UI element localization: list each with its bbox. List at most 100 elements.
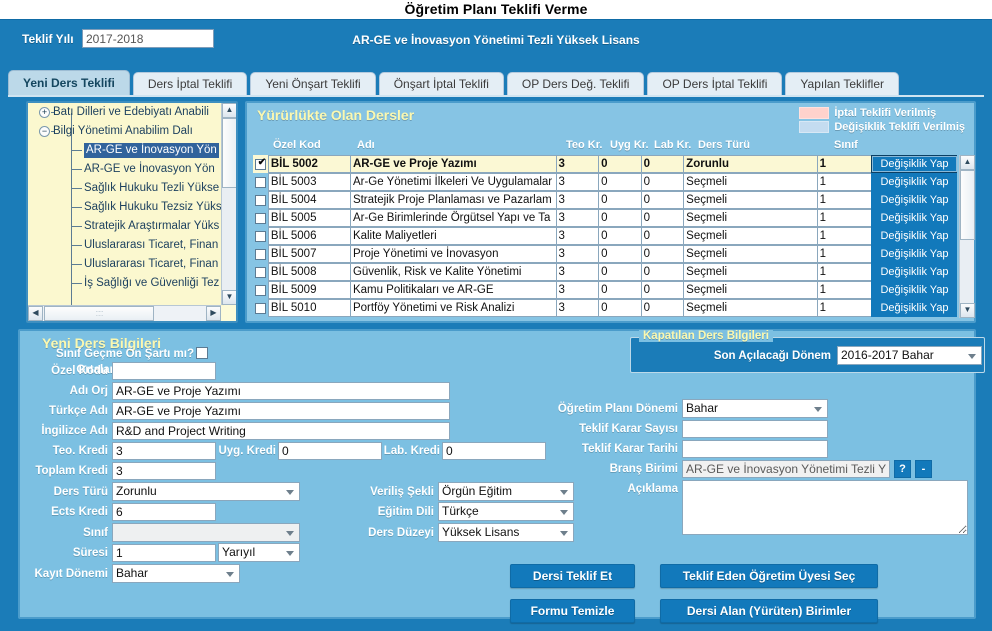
brans-birimi-clear-button[interactable]: - bbox=[915, 460, 932, 478]
teklif-karar-tarihi-input[interactable] bbox=[682, 440, 828, 458]
tree-item-arge-inovasyon-tezli[interactable]: AR-GE ve İnovasyon Yön bbox=[28, 141, 224, 160]
tree-item-saglik-hukuku-tezsiz[interactable]: Sağlık Hukuku Tezsiz Yüks bbox=[28, 198, 224, 217]
ects-kredi-input[interactable] bbox=[112, 503, 216, 521]
toplam-kredi-input[interactable] bbox=[112, 462, 216, 480]
row-checkbox-cell[interactable] bbox=[253, 209, 269, 227]
scroll-thumb[interactable]: ::::: bbox=[44, 306, 154, 321]
sinif-gecme-on-sarti-row[interactable]: Sınıf Geçme Ön Şartı mı? bbox=[28, 347, 208, 360]
ders-duzeyi-select[interactable]: Yüksek Lisans bbox=[438, 523, 574, 542]
teklif-karar-sayisi-input[interactable] bbox=[682, 420, 828, 438]
scroll-up-icon[interactable]: ▲ bbox=[222, 103, 236, 118]
uyg-kredi-input[interactable] bbox=[278, 442, 382, 460]
scroll-thumb[interactable] bbox=[960, 170, 975, 240]
row-checkbox[interactable] bbox=[255, 194, 267, 206]
suresi-unit-select[interactable]: Yarıyıl bbox=[218, 543, 300, 562]
degisiklik-yap-button[interactable]: Değişiklik Yap bbox=[871, 263, 957, 281]
degisiklik-yap-button[interactable]: Değişiklik Yap bbox=[871, 299, 957, 317]
tree-item-uluslararasi-ticaret-2[interactable]: Uluslararası Ticaret, Finan bbox=[28, 255, 224, 274]
formu-temizle-button[interactable]: Formu Temizle bbox=[510, 599, 635, 623]
tab-yeni-ders-teklifi[interactable]: Yeni Ders Teklifi bbox=[8, 70, 130, 95]
row-checkbox[interactable] bbox=[255, 284, 267, 296]
degisiklik-yap-button[interactable]: Değişiklik Yap bbox=[871, 173, 957, 191]
egitim-dili-select[interactable]: Türkçe bbox=[438, 502, 574, 521]
tree-item-bati-dilleri[interactable]: + Batı Dilleri ve Edebiyatı Anabili bbox=[28, 103, 224, 122]
tab-op-ders-iptal-teklifi[interactable]: OP Ders İptal Teklifi bbox=[647, 72, 783, 95]
table-row[interactable]: BİL 5002 AR-GE ve Proje Yazımı 3 0 0 Zor… bbox=[253, 155, 957, 173]
scroll-right-icon[interactable]: ▶ bbox=[206, 306, 221, 321]
ders-turu-select[interactable]: Zorunlu bbox=[112, 482, 300, 501]
dersi-alan-yuruten-birimler-button[interactable]: Dersi Alan (Yürüten) Birimler bbox=[660, 599, 878, 623]
row-checkbox-cell[interactable] bbox=[253, 263, 269, 281]
row-checkbox[interactable] bbox=[255, 248, 267, 260]
ozel-kodu-input[interactable] bbox=[112, 362, 216, 380]
row-checkbox[interactable] bbox=[255, 176, 267, 188]
tree-item-bilgi-yonetimi[interactable]: − Bilgi Yönetimi Anabilim Dalı bbox=[28, 122, 224, 141]
scroll-down-icon[interactable]: ▼ bbox=[222, 290, 236, 305]
tree-item-uluslararasi-ticaret-1[interactable]: Uluslararası Ticaret, Finan bbox=[28, 236, 224, 255]
expand-plus-icon[interactable]: + bbox=[39, 107, 50, 118]
scroll-up-icon[interactable]: ▲ bbox=[960, 155, 975, 170]
scroll-thumb[interactable] bbox=[222, 118, 236, 188]
row-checkbox[interactable] bbox=[255, 266, 267, 278]
tab-yeni-onsart-teklifi[interactable]: Yeni Önşart Teklifi bbox=[250, 72, 376, 95]
scroll-down-icon[interactable]: ▼ bbox=[960, 303, 975, 318]
tree-item-saglik-hukuku-tezli[interactable]: Sağlık Hukuku Tezli Yükse bbox=[28, 179, 224, 198]
suresi-input[interactable] bbox=[112, 544, 216, 562]
brans-birimi-input[interactable] bbox=[682, 460, 890, 478]
adi-orj-input[interactable] bbox=[112, 382, 450, 400]
program-tree[interactable]: + Batı Dilleri ve Edebiyatı Anabili − Bi… bbox=[28, 103, 224, 306]
tab-op-ders-deg-teklifi[interactable]: OP Ders Değ. Teklifi bbox=[506, 72, 645, 95]
table-row[interactable]: BİL 5003 Ar-Ge Yönetimi İlkeleri Ve Uygu… bbox=[253, 173, 957, 191]
tree-item-arge-inovasyon-tezsiz[interactable]: AR-GE ve İnovasyon Yön bbox=[28, 160, 224, 179]
tree-item-is-sagligi-guvenligi[interactable]: İş Sağlığı ve Güvenliği Tez bbox=[28, 274, 224, 293]
table-row[interactable]: BİL 5008 Güvenlik, Risk ve Kalite Yöneti… bbox=[253, 263, 957, 281]
row-checkbox-cell[interactable] bbox=[253, 281, 269, 299]
grid-rows-container[interactable]: BİL 5002 AR-GE ve Proje Yazımı 3 0 0 Zor… bbox=[253, 155, 957, 318]
row-checkbox-cell[interactable] bbox=[253, 155, 269, 173]
table-row[interactable]: BİL 5005 Ar-Ge Birimlerinde Örgütsel Yap… bbox=[253, 209, 957, 227]
sinif-select[interactable] bbox=[112, 523, 300, 542]
row-checkbox[interactable] bbox=[255, 212, 267, 224]
tree-item-stratejik-arastirmalar[interactable]: Stratejik Araştırmalar Yüks bbox=[28, 217, 224, 236]
row-checkbox-cell[interactable] bbox=[253, 191, 269, 209]
row-checkbox[interactable] bbox=[255, 230, 267, 242]
degisiklik-yap-button[interactable]: Değişiklik Yap bbox=[871, 227, 957, 245]
scroll-left-icon[interactable]: ◀ bbox=[28, 306, 43, 321]
degisiklik-yap-button[interactable]: Değişiklik Yap bbox=[871, 245, 957, 263]
aciklama-textarea[interactable] bbox=[682, 480, 968, 535]
row-checkbox-cell[interactable] bbox=[253, 173, 269, 191]
table-row[interactable]: BİL 5007 Proje Yönetimi ve İnovasyon 3 0… bbox=[253, 245, 957, 263]
dersi-teklif-et-button[interactable]: Dersi Teklif Et bbox=[510, 564, 635, 588]
son-acilacagi-donem-select[interactable]: 2016-2017 Bahar bbox=[837, 346, 982, 365]
table-row[interactable]: BİL 5010 Portföy Yönetimi ve Risk Analiz… bbox=[253, 299, 957, 317]
row-checkbox-cell[interactable] bbox=[253, 227, 269, 245]
brans-birimi-help-button[interactable]: ? bbox=[894, 460, 911, 478]
row-checkbox-cell[interactable] bbox=[253, 299, 269, 317]
degisiklik-yap-button[interactable]: Değişiklik Yap bbox=[871, 191, 957, 209]
egitim-dili-value: Türkçe bbox=[442, 504, 479, 518]
tab-yapilan-teklifler[interactable]: Yapılan Teklifler bbox=[785, 72, 900, 95]
sinif-gecme-on-sarti-checkbox[interactable] bbox=[196, 347, 208, 359]
teklif-eden-ogretim-uyesi-sec-button[interactable]: Teklif Eden Öğretim Üyesi Seç bbox=[660, 564, 878, 588]
cell-sinif: 1 bbox=[816, 173, 873, 191]
ogretim-plani-donemi-select[interactable]: Bahar bbox=[682, 399, 828, 418]
degisiklik-yap-button[interactable]: Değişiklik Yap bbox=[871, 281, 957, 299]
grid-vertical-scrollbar[interactable]: ▲ ▼ bbox=[959, 155, 975, 318]
tab-onsart-iptal-teklifi[interactable]: Önşart İptal Teklifi bbox=[378, 72, 504, 95]
collapse-minus-icon[interactable]: − bbox=[39, 126, 50, 137]
tree-horizontal-scrollbar[interactable]: ◀ ::::: ▶ bbox=[28, 305, 221, 321]
turkce-adi-input[interactable] bbox=[112, 402, 450, 420]
ingilizce-adi-input[interactable] bbox=[112, 422, 450, 440]
table-row[interactable]: BİL 5004 Stratejik Proje Planlaması ve P… bbox=[253, 191, 957, 209]
row-checkbox[interactable] bbox=[255, 302, 267, 314]
tree-vertical-scrollbar[interactable]: ▲ ▼ bbox=[221, 103, 236, 305]
table-row[interactable]: BİL 5009 Kamu Politikaları ve AR-GE 3 0 … bbox=[253, 281, 957, 299]
tab-ders-iptal-teklifi[interactable]: Ders İptal Teklifi bbox=[132, 72, 248, 95]
row-checkbox-cell[interactable] bbox=[253, 245, 269, 263]
degisiklik-yap-button[interactable]: Değişiklik Yap bbox=[871, 209, 957, 227]
row-checkbox[interactable] bbox=[255, 157, 267, 170]
degisiklik-yap-button[interactable]: Değişiklik Yap bbox=[871, 155, 957, 173]
table-row[interactable]: BİL 5006 Kalite Maliyetleri 3 0 0 Seçmel… bbox=[253, 227, 957, 245]
kayit-donemi-select[interactable]: Bahar bbox=[112, 564, 240, 583]
teo-kredi-input[interactable] bbox=[112, 442, 216, 460]
